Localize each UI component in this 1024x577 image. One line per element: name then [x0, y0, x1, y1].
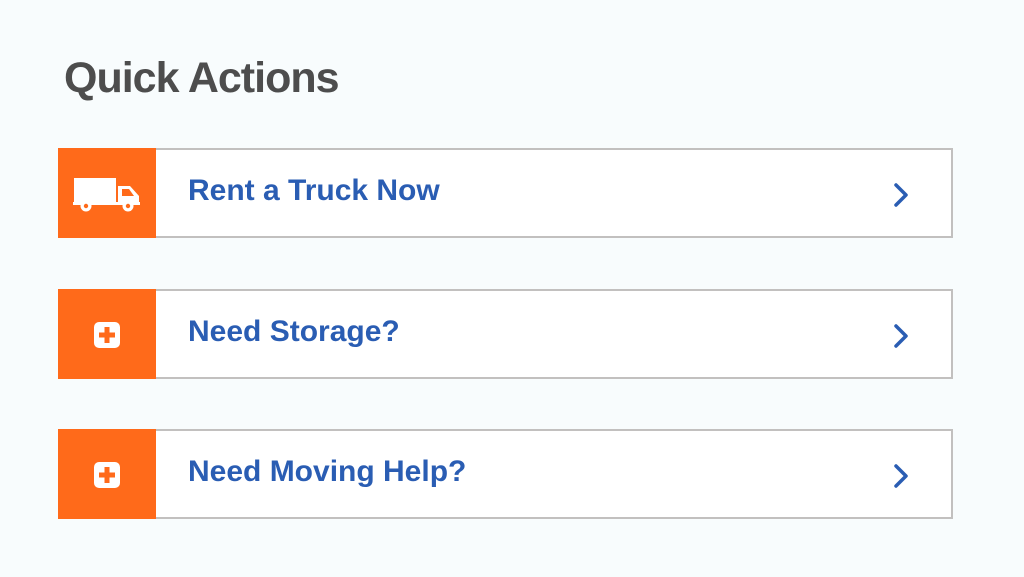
need-storage-label-box: Need Storage? — [156, 289, 953, 379]
chevron-right-icon — [894, 183, 908, 207]
plus-icon — [94, 322, 120, 348]
chevron-right-icon — [894, 464, 908, 488]
rent-truck-label-box: Rent a Truck Now — [156, 148, 953, 238]
rent-truck-icon-box — [58, 148, 156, 238]
need-moving-help-icon-box — [58, 429, 156, 519]
need-moving-help-label: Need Moving Help? — [188, 455, 467, 488]
need-storage-button[interactable]: Need Storage? — [58, 289, 953, 379]
chevron-right-icon — [894, 324, 908, 348]
rent-truck-label: Rent a Truck Now — [188, 174, 440, 207]
need-moving-help-label-box: Need Moving Help? — [156, 429, 953, 519]
plus-icon — [94, 462, 120, 488]
need-moving-help-button[interactable]: Need Moving Help? — [58, 429, 953, 519]
need-storage-label: Need Storage? — [188, 315, 400, 348]
page-title: Quick Actions — [64, 54, 340, 102]
truck-icon — [73, 178, 140, 212]
rent-truck-button[interactable]: Rent a Truck Now — [58, 148, 953, 238]
need-storage-icon-box — [58, 289, 156, 379]
